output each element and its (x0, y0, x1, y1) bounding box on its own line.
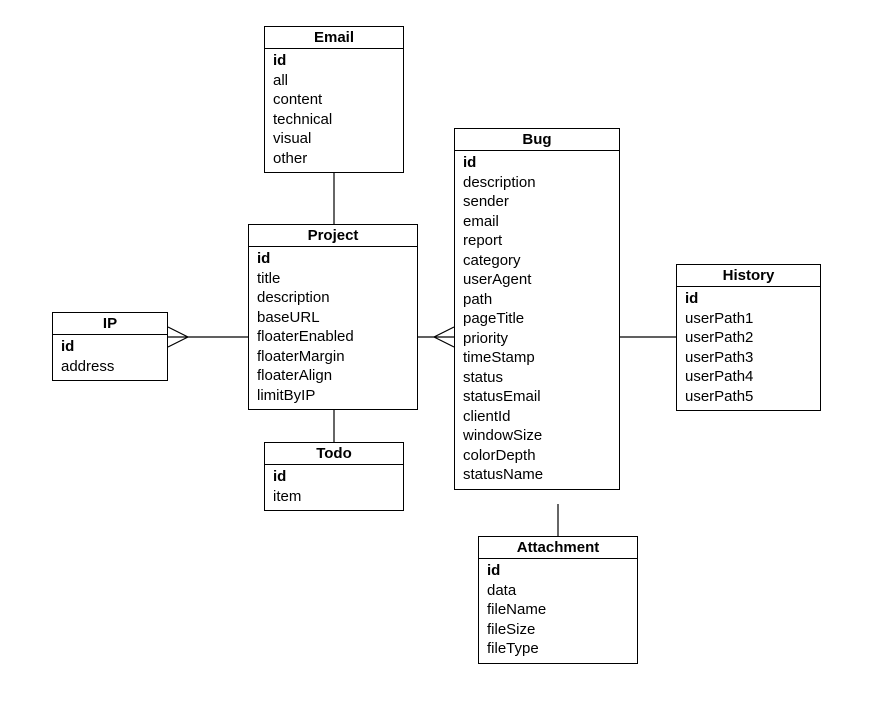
attr: clientId (463, 407, 611, 427)
attr: description (463, 173, 611, 193)
attr: limitByIP (257, 386, 409, 406)
entity-email-title: Email (265, 27, 403, 49)
attr: status (463, 368, 611, 388)
entity-todo: Todo id item (264, 442, 404, 511)
attr: userAgent (463, 270, 611, 290)
attr: address (61, 357, 159, 377)
attr: fileType (487, 639, 629, 659)
attr: userPath4 (685, 367, 812, 387)
entity-email-body: id all content technical visual other (265, 49, 403, 172)
attr: statusName (463, 465, 611, 485)
attr: fileName (487, 600, 629, 620)
attr-key: id (61, 337, 159, 357)
entity-todo-body: id item (265, 465, 403, 510)
attr: userPath3 (685, 348, 812, 368)
attr: fileSize (487, 620, 629, 640)
entity-attachment: Attachment id data fileName fileSize fil… (478, 536, 638, 664)
entity-history-body: id userPath1 userPath2 userPath3 userPat… (677, 287, 820, 410)
attr: data (487, 581, 629, 601)
rel-ip-project-crow1 (168, 327, 188, 337)
attr: floaterEnabled (257, 327, 409, 347)
attr-key: id (685, 289, 812, 309)
attr: description (257, 288, 409, 308)
attr: baseURL (257, 308, 409, 328)
rel-project-bug-crow2 (434, 337, 454, 347)
attr: title (257, 269, 409, 289)
attr: windowSize (463, 426, 611, 446)
attr: all (273, 71, 395, 91)
attr: email (463, 212, 611, 232)
entity-ip: IP id address (52, 312, 168, 381)
rel-ip-project-crow2 (168, 337, 188, 347)
entity-ip-body: id address (53, 335, 167, 380)
entity-bug-body: id description sender email report categ… (455, 151, 619, 489)
entity-project-title: Project (249, 225, 417, 247)
attr: colorDepth (463, 446, 611, 466)
attr: floaterMargin (257, 347, 409, 367)
attr: userPath5 (685, 387, 812, 407)
entity-email: Email id all content technical visual ot… (264, 26, 404, 173)
attr: technical (273, 110, 395, 130)
attr: path (463, 290, 611, 310)
attr: content (273, 90, 395, 110)
attr-key: id (463, 153, 611, 173)
attr: statusEmail (463, 387, 611, 407)
attr: timeStamp (463, 348, 611, 368)
attr: visual (273, 129, 395, 149)
attr-key: id (273, 51, 395, 71)
attr: other (273, 149, 395, 169)
attr: priority (463, 329, 611, 349)
attr-key: id (257, 249, 409, 269)
entity-project-body: id title description baseURL floaterEnab… (249, 247, 417, 409)
attr: item (273, 487, 395, 507)
entity-project: Project id title description baseURL flo… (248, 224, 418, 410)
attr-key: id (273, 467, 395, 487)
attr: pageTitle (463, 309, 611, 329)
attr: floaterAlign (257, 366, 409, 386)
entity-history-title: History (677, 265, 820, 287)
attr: report (463, 231, 611, 251)
entity-todo-title: Todo (265, 443, 403, 465)
entity-attachment-title: Attachment (479, 537, 637, 559)
attr: category (463, 251, 611, 271)
attr: sender (463, 192, 611, 212)
entity-history: History id userPath1 userPath2 userPath3… (676, 264, 821, 411)
attr: userPath2 (685, 328, 812, 348)
attr: userPath1 (685, 309, 812, 329)
rel-project-bug-crow1 (434, 327, 454, 337)
entity-bug-title: Bug (455, 129, 619, 151)
entity-bug: Bug id description sender email report c… (454, 128, 620, 490)
entity-ip-title: IP (53, 313, 167, 335)
entity-attachment-body: id data fileName fileSize fileType (479, 559, 637, 663)
attr-key: id (487, 561, 629, 581)
